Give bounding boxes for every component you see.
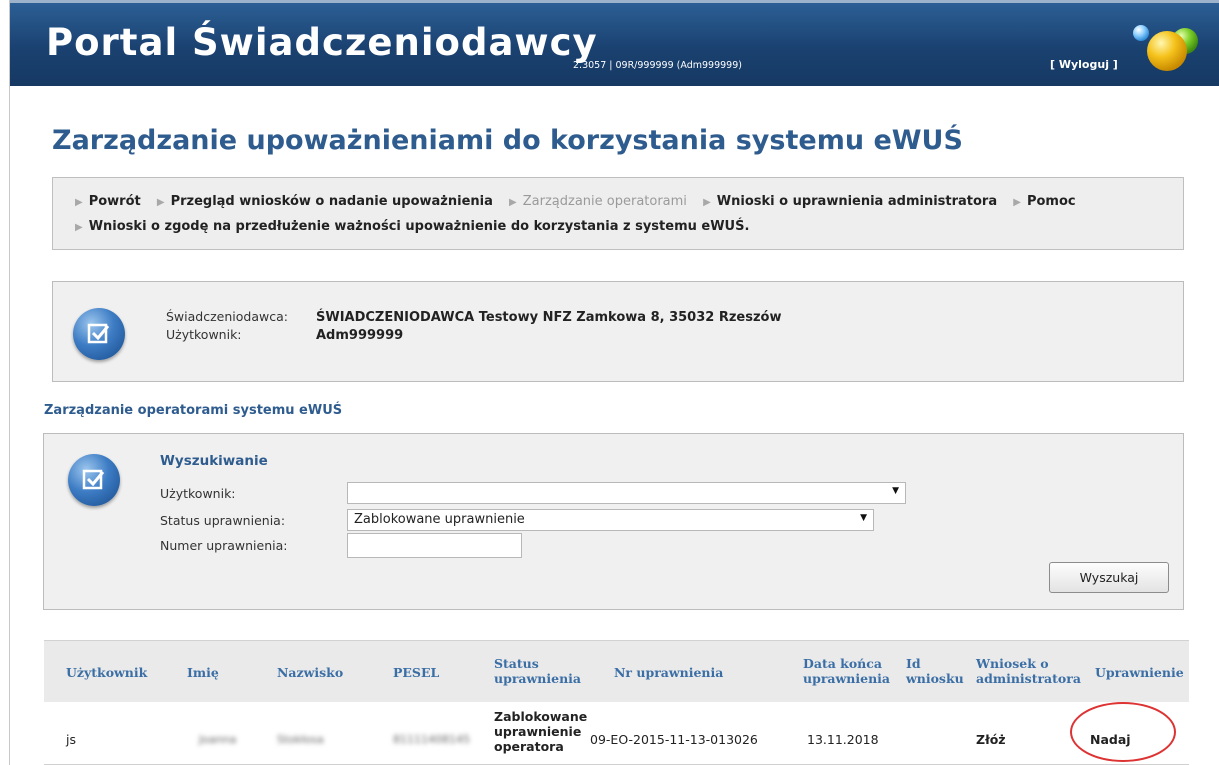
nav-requests-review[interactable]: ▶ Przegląd wniosków o nadanie upoważnieni… xyxy=(157,190,493,215)
col-request-id[interactable]: Id wniosku xyxy=(906,656,964,686)
col-end-date-line1: Data końca xyxy=(803,656,882,671)
triangle-right-icon: ▶ xyxy=(75,197,83,208)
table-row: js Joanna Stokłosa 81111408145 Zablokowa… xyxy=(44,702,1189,765)
nav-extension-requests[interactable]: ▶ Wnioski o zgodę na przedłużenie ważnośc… xyxy=(75,215,749,240)
col-admin-request-line1: Wniosek o xyxy=(976,656,1049,671)
dropdown-arrow-icon: ▼ xyxy=(860,513,867,523)
nav-admin-requests[interactable]: ▶ Wnioski o uprawnienia administratora xyxy=(703,190,997,215)
version-info: 2.3057 | 09R/999999 (Adm999999) xyxy=(573,60,742,71)
status-filter-label: Status uprawnienia: xyxy=(160,513,286,528)
cell-status-line1: Zablokowane xyxy=(494,709,588,724)
page-title: Zarządzanie upoważnieniami do korzystani… xyxy=(52,125,963,156)
submit-admin-request-link[interactable]: Złóż xyxy=(976,732,1006,747)
nav-requests-review-label: Przegląd wniosków o nadanie upoważnienia xyxy=(170,194,493,209)
app-title: Portal Świadczeniodawcy xyxy=(46,21,598,64)
col-status[interactable]: Status uprawnienia xyxy=(494,656,581,686)
col-end-date[interactable]: Data końca uprawnienia xyxy=(803,656,890,686)
nav-operators-management-label: Zarządzanie operatorami xyxy=(522,194,687,209)
col-number[interactable]: Nr uprawnienia xyxy=(614,665,723,680)
cell-last-name: Stokłosa xyxy=(277,733,324,746)
checklist-icon xyxy=(68,454,120,506)
nav-extension-requests-label: Wnioski o zgodę na przedłużenie ważności… xyxy=(88,219,750,234)
cell-status-line2: uprawnienie xyxy=(494,724,582,739)
nav-operators-management: ▶ Zarządzanie operatorami xyxy=(509,190,687,215)
cell-end-date: 13.11.2018 xyxy=(807,732,879,747)
col-status-line2: uprawnienia xyxy=(494,671,581,686)
provider-value: ŚWIADCZENIODAWCA Testowy NFZ Zamkowa 8, … xyxy=(316,310,782,325)
annotation-circle xyxy=(1070,702,1176,762)
user-row: Użytkownik: Adm999999 xyxy=(166,327,403,343)
nav-back[interactable]: ▶ Powrót xyxy=(75,190,141,215)
provider-info-panel: Świadczeniodawca: ŚWIADCZENIODAWCA Testow… xyxy=(52,281,1184,382)
triangle-right-icon: ▶ xyxy=(1013,197,1021,208)
status-filter-select[interactable]: Zablokowane uprawnienie ▼ xyxy=(347,509,874,531)
status-filter-value: Zablokowane uprawnienie xyxy=(354,512,525,527)
nav-help[interactable]: ▶ Pomoc xyxy=(1013,190,1075,215)
action-menu: ▶ Powrót ▶ Przegląd wniosków o nadanie upo… xyxy=(52,177,1184,250)
nav-back-label: Powrót xyxy=(88,194,141,209)
nav-admin-requests-label: Wnioski o uprawnienia administratora xyxy=(716,194,998,209)
dropdown-arrow-icon: ▼ xyxy=(892,486,899,496)
col-request-id-line2: wniosku xyxy=(906,671,964,686)
col-last-name[interactable]: Nazwisko xyxy=(277,665,343,680)
user-filter-label: Użytkownik: xyxy=(160,486,236,501)
cell-user: js xyxy=(66,732,76,747)
col-admin-request[interactable]: Wniosek o administratora xyxy=(976,656,1081,686)
user-label: Użytkownik: xyxy=(166,327,242,342)
col-status-line1: Status xyxy=(494,656,539,671)
col-first-name[interactable]: Imię xyxy=(187,665,219,680)
triangle-right-icon: ▶ xyxy=(156,197,165,208)
user-filter-select[interactable]: ▼ xyxy=(347,482,906,504)
cell-number: 09-EO-2015-11-13-013026 xyxy=(590,732,758,747)
col-user[interactable]: Użytkownik xyxy=(66,665,147,680)
nav-help-label: Pomoc xyxy=(1026,194,1076,209)
search-panel: Wyszukiwanie Użytkownik: ▼ Status uprawn… xyxy=(43,433,1184,610)
cell-pesel: 81111408145 xyxy=(393,733,470,746)
col-pesel[interactable]: PESEL xyxy=(393,665,439,680)
logout-link[interactable]: [ Wyloguj ] xyxy=(1050,58,1118,71)
search-button[interactable]: Wyszukaj xyxy=(1049,562,1169,593)
checklist-icon xyxy=(73,308,125,360)
number-filter-input[interactable] xyxy=(347,533,522,558)
col-request-id-line1: Id xyxy=(906,656,921,671)
cell-status: Zablokowane uprawnienie operatora xyxy=(494,709,587,754)
logo-balls-icon xyxy=(1133,25,1198,71)
section-title: Zarządzanie operatorami systemu eWUŚ xyxy=(44,403,343,418)
triangle-right-icon: ▶ xyxy=(509,197,517,208)
triangle-right-icon: ▶ xyxy=(703,197,711,208)
provider-row: Świadczeniodawca: ŚWIADCZENIODAWCA Testow… xyxy=(166,309,782,325)
number-filter-label: Numer uprawnienia: xyxy=(160,538,288,553)
cell-first-name: Joanna xyxy=(199,733,237,746)
triangle-right-icon: ▶ xyxy=(75,222,83,233)
app-header: Portal Świadczeniodawcy 2.3057 | 09R/999… xyxy=(10,0,1219,86)
provider-label: Świadczeniodawca: xyxy=(166,309,288,324)
search-heading: Wyszukiwanie xyxy=(160,453,268,469)
col-end-date-line2: uprawnienia xyxy=(803,671,890,686)
col-admin-request-line2: administratora xyxy=(976,671,1081,686)
cell-status-line3: operatora xyxy=(494,739,564,754)
table-header: Użytkownik Imię Nazwisko PESEL Status up… xyxy=(44,640,1189,702)
user-value: Adm999999 xyxy=(316,328,404,343)
col-permission[interactable]: Uprawnienie xyxy=(1095,665,1184,680)
